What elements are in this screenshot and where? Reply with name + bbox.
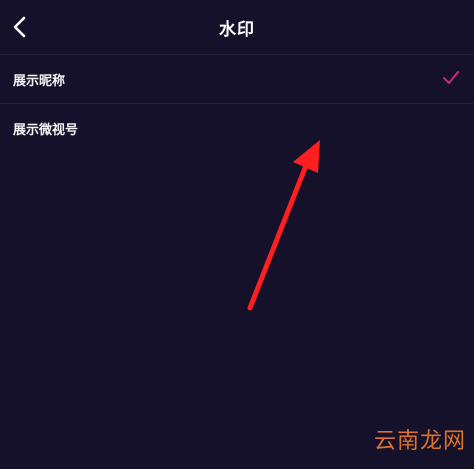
page-title: 水印	[219, 20, 255, 40]
option-show-weishi-id[interactable]: 展示微视号	[0, 104, 474, 152]
navigation-header: 水印	[0, 0, 474, 54]
checkmark-icon	[443, 71, 459, 84]
option-label: 展示昵称	[13, 74, 66, 89]
option-show-nickname[interactable]: 展示昵称	[0, 55, 474, 103]
option-label: 展示微视号	[13, 123, 79, 138]
site-watermark: 云南龙网	[373, 429, 466, 454]
